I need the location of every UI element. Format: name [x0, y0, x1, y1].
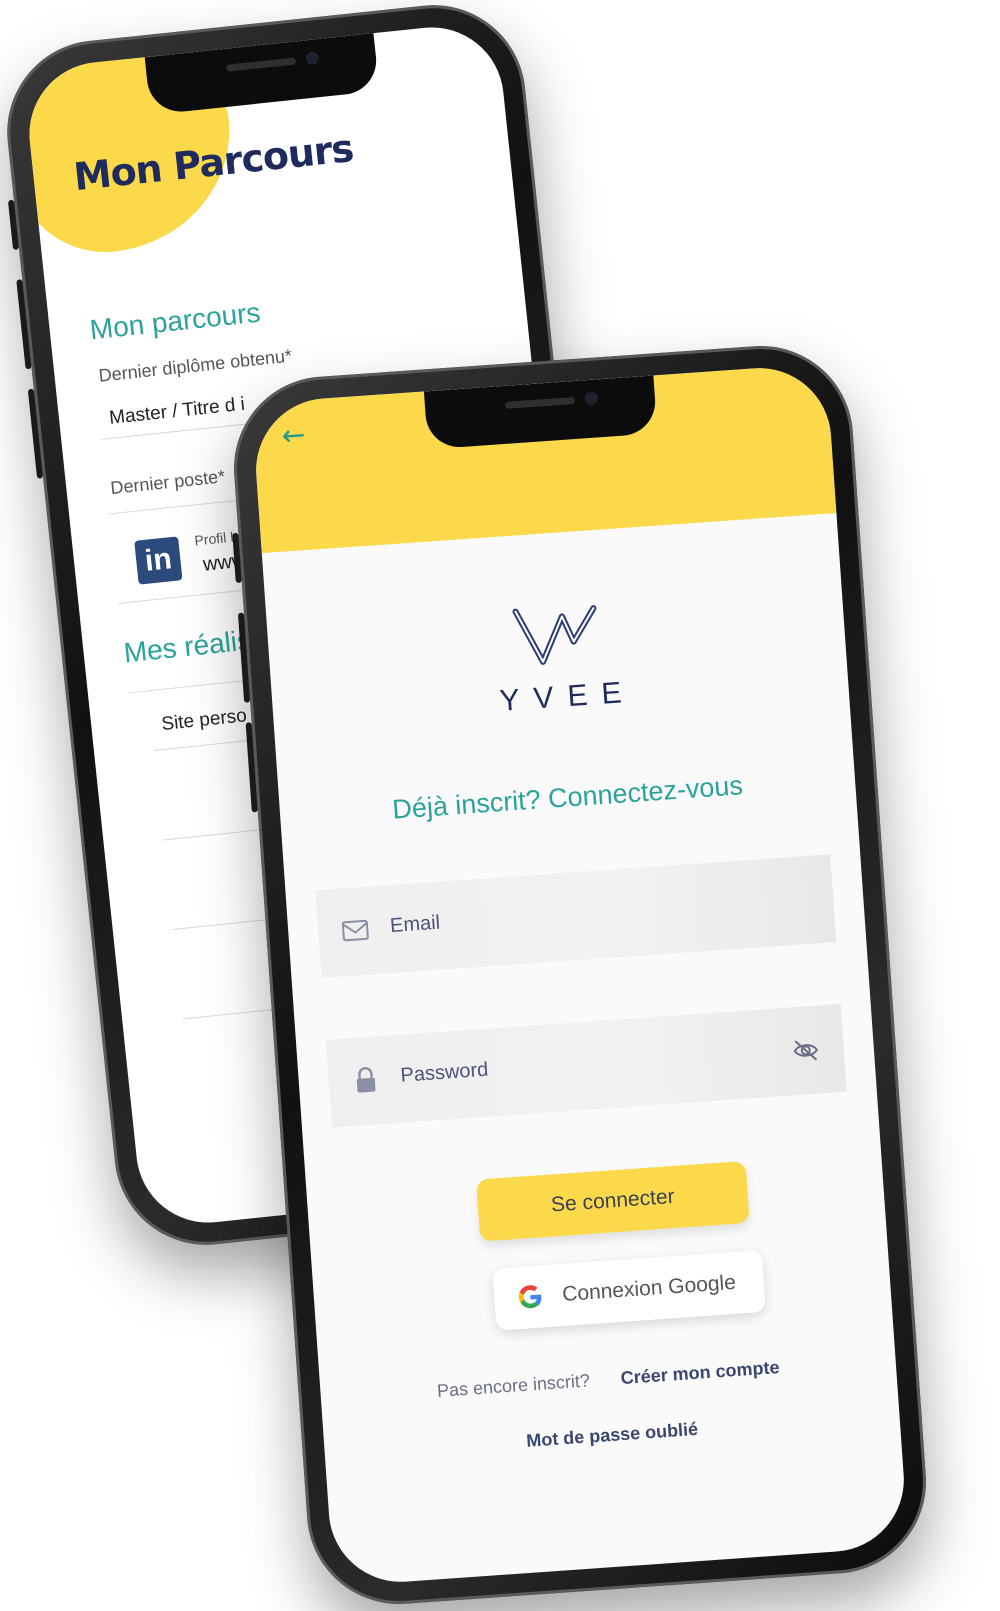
google-icon [518, 1285, 542, 1309]
site-perso-input[interactable]: Site perso [160, 705, 247, 736]
diplome-input[interactable]: Master / Titre d i [108, 394, 246, 430]
phone-front: ← YVEE Déjà inscrit? Connectez-vous Emai… [227, 339, 933, 1611]
lock-icon [356, 1067, 376, 1093]
mail-icon [341, 919, 369, 942]
email-placeholder: Email [389, 911, 441, 938]
volume-up-button [16, 279, 32, 370]
poste-label: Dernier poste* [109, 466, 227, 499]
google-button-label: Connexion Google [561, 1270, 737, 1306]
signup-row: Pas encore inscrit? Créer mon compte [320, 1349, 896, 1410]
arrow-left-icon[interactable]: ← [281, 418, 307, 453]
google-login-button[interactable]: Connexion Google [492, 1250, 766, 1331]
notch [144, 33, 380, 115]
linkedin-icon: in [134, 536, 183, 585]
brand-name: YVEE [498, 675, 637, 718]
signup-question: Pas encore inscrit? [436, 1370, 591, 1401]
create-account-link[interactable]: Créer mon compte [620, 1357, 780, 1388]
eye-off-icon[interactable] [791, 1035, 821, 1065]
login-button[interactable]: Se connecter [476, 1160, 750, 1242]
mute-switch [7, 199, 20, 251]
diplome-label: Dernier diplôme obtenu* [97, 345, 293, 386]
section-title-parcours: Mon parcours [88, 296, 262, 346]
email-field[interactable]: Email [315, 854, 837, 979]
brand-logo: YVEE [267, 583, 849, 735]
password-field[interactable]: Password [325, 1003, 847, 1128]
password-placeholder: Password [399, 1058, 489, 1087]
forgot-password-link[interactable]: Mot de passe oublié [324, 1405, 900, 1466]
login-heading: Déjà inscrit? Connectez-vous [391, 770, 744, 825]
login-screen: ← YVEE Déjà inscrit? Connectez-vous Emai… [251, 363, 909, 1587]
volume-down-button [27, 388, 44, 479]
yvee-logo-mark [512, 605, 597, 665]
